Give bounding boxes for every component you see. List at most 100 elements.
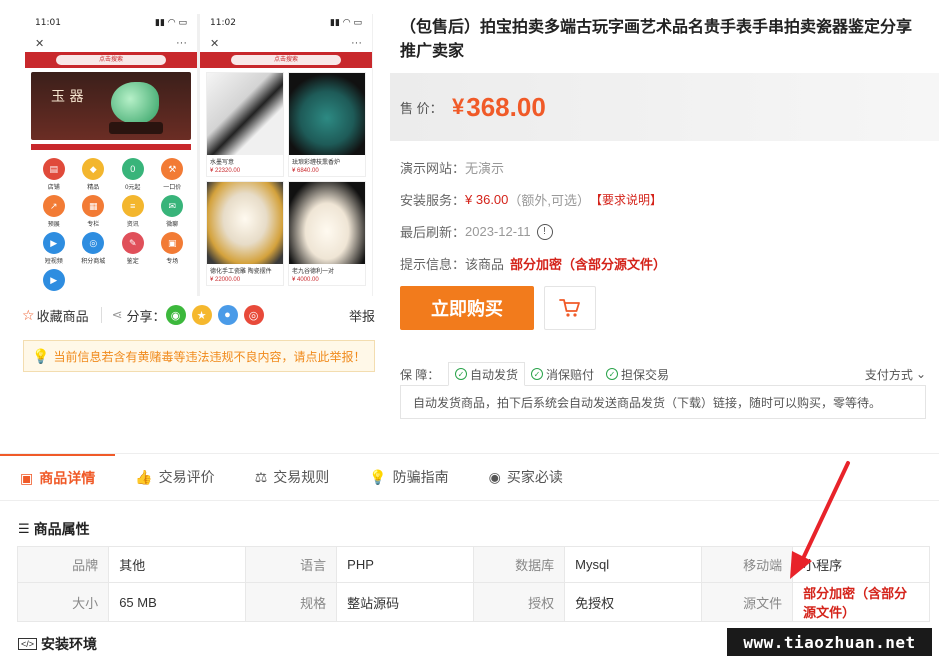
price-value: 368.00 [466,91,546,122]
tab-anti-fraud[interactable]: 💡 防骗指南 [349,454,468,500]
news-icon: ≡ [121,195,144,217]
tab-auto-delivery[interactable]: ✓ 自动发货 [448,362,526,386]
share-row: ☆ 收藏商品 ⋖ 分享： ◉ ★ ● ◎ 举报 [22,303,377,327]
attr-key: 语言 [244,546,338,583]
attr-key: 大小 [16,582,110,622]
qzone-icon[interactable]: ★ [191,305,212,325]
requirements-link[interactable]: 【要求说明】 [590,191,662,208]
chevron-down-icon: ⌄ [915,367,926,381]
product-card: 老九谷德利一对 ¥ 4000.00 [288,181,366,286]
attr-value: 部分加密（含部分源文件） [792,582,930,622]
demo-site-row: 演示网站： 无演示 [400,158,504,177]
close-icon: ✕ [35,37,45,50]
price-label: 售 价： [400,100,443,116]
attr-key: 授权 [472,582,566,622]
category-item: ✉ 微聊 [154,195,192,228]
category-item: ↗ 预展 [35,195,73,228]
attr-value: 免授权 [564,582,702,622]
attributes-heading: ☰ 商品属性 [18,521,90,537]
attr-key: 源文件 [700,582,794,622]
wechat-icon[interactable]: ◉ [165,305,186,325]
tip-row: 提示信息： 该商品 部分加密（含部分源文件） [400,254,666,273]
info-icon[interactable]: ! [536,223,553,240]
check-circle-icon: ✓ [455,368,467,380]
tab-reviews[interactable]: 👍 交易评价 [115,454,234,500]
category-item: ◆ 精品 [75,158,113,191]
category-item: ▣ 专场 [154,232,192,265]
status-icons: ▮▮ ◠ ▭ [330,18,362,28]
guarantee-bar: 保 障： ✓ 自动发货 ✓ 消保赔付 ✓ 担保交易 支付方式 ⌄ [400,362,926,386]
qq-icon[interactable]: ● [217,305,238,325]
cart-icon [559,299,580,317]
tab-buyer-notes[interactable]: ◉ 买家必读 [469,454,583,500]
buy-now-button[interactable]: 立即购买 [400,286,534,330]
category-item: ▶ 短视频 [35,232,73,265]
video-icon: ▶ [42,269,65,291]
video-icon: ▶ [42,232,65,254]
category-icon-grid: ▤ 店铺 ◆ 精品 0 0元起 ⚒ 一口价 ↗ 预展 ▦ 专栏 ≡ 资讯 ✉ 微聊 ▶ 短视频 ◎ 积分商城 ✎ 鉴定 ▣ 专… [25,150,197,296]
install-env-heading: </> 安装环境 [18,634,97,654]
product-card: 水墨写意 ¥ 22320.00 [206,72,284,177]
check-circle-icon: ✓ [606,368,619,380]
category-item: ▦ 专栏 [75,195,113,228]
product-image-gallery[interactable]: 11:01 ▮▮ ◠ ▭ ✕ ··· 点击搜索 玉 器 ▤ 店铺 ◆ 精品 0 0元起 ⚒ 一… [25,14,373,296]
product-card: 德化手工瓷雕 陶瓷摆件 ¥ 22000.00 [206,181,284,286]
attr-value: 65 MB [108,582,246,622]
site-watermark: www.tiaozhuan.net [727,628,932,656]
service-note: （额外,可选） [508,193,591,208]
tab-details[interactable]: ▣ 商品详情 [0,454,116,500]
hammer-icon: ⚒ [161,158,184,180]
price-box: 售 价： ¥ 368.00 [390,73,939,141]
shop-icon: ▤ [42,158,65,180]
category-item: ≡ 资讯 [114,195,152,228]
table-row: 品牌 其他 语言 PHP 数据库 Mysql 移动端 小程序 [16,546,930,583]
product-thumbnail [207,73,283,155]
banner-calligraphy: 玉 器 [51,89,84,105]
category-item: ▤ 店铺 [35,158,73,191]
weibo-icon[interactable]: ◎ [243,305,264,325]
chat-icon: ✉ [161,195,184,217]
report-link[interactable]: 举报 [349,306,375,325]
target-icon: ◉ [488,468,501,485]
scale-icon: ⚖ [254,468,268,485]
service-price: ¥ 36.00 [465,192,509,207]
attributes-table: 品牌 其他 语言 PHP 数据库 Mysql 移动端 小程序 大小 65 MB 规格 整站源码 授权 免授… [16,546,930,622]
diamond-icon: ◆ [82,158,105,180]
status-time: 11:01 [35,18,61,28]
check-circle-icon: ✓ [531,368,544,380]
product-card-grid: 水墨写意 ¥ 22320.00 珐琅彩缠枝熏香炉 ¥ 6840.00 德化手工瓷雕 陶瓷… [200,68,372,290]
product-card: 珐琅彩缠枝熏香炉 ¥ 6840.00 [288,72,366,177]
star-outline-icon: ☆ [22,306,35,323]
guarantee-label: 保 障： [400,367,440,382]
product-title: （包售后）拍宝拍卖多端古玩字画艺术品名贵手表手串拍卖瓷器鉴定分享推广卖家 [400,19,913,60]
attr-key: 数据库 [472,546,566,583]
chart-icon: ↗ [42,195,65,217]
category-item: ◎ 积分商城 [75,232,113,265]
tab-consumer-protection[interactable]: ✓ 消保赔付 [525,362,600,386]
guarantee-description: 自动发货商品，拍下后系统会自动发送商品发货（下载）链接，随时可以购买，零等待。 [400,385,926,419]
category-item: ✎ 鉴定 [114,232,152,265]
favorite-button[interactable]: ☆ 收藏商品 [22,306,89,325]
table-row: 大小 65 MB 规格 整站源码 授权 免授权 源文件 部分加密（含部分源文件） [16,582,930,622]
payment-methods-dropdown[interactable]: 支付方式 ⌄ [865,362,926,386]
search-pill: 点击搜索 [56,55,166,65]
attr-value: PHP [336,546,474,583]
close-icon: ✕ [210,37,220,50]
category-item: 0 0元起 [114,158,152,191]
refresh-date: 2023-12-11 [465,224,531,239]
add-to-cart-button[interactable] [544,286,596,330]
report-warning[interactable]: 💡 当前信息若含有黄赌毒等违法违规不良内容，请点此举报！ [23,340,375,372]
attr-value: Mysql [564,546,702,583]
zero-icon: 0 [121,158,144,180]
bulb-icon: 💡 [32,347,50,364]
points-icon: ◎ [82,232,105,254]
more-icon: ··· [176,37,187,49]
encryption-note: 部分加密（含部分源文件） [510,257,667,272]
jade-banner: 玉 器 [31,72,191,140]
tab-rules[interactable]: ⚖ 交易规则 [235,454,350,500]
attr-key: 品牌 [16,546,110,583]
status-time: 11:02 [210,18,236,28]
install-service-row: 安装服务： ¥ 36.00 （额外,可选） 【要求说明】 [400,191,663,208]
tab-escrow[interactable]: ✓ 担保交易 [600,362,675,386]
column-icon: ▦ [82,195,105,217]
